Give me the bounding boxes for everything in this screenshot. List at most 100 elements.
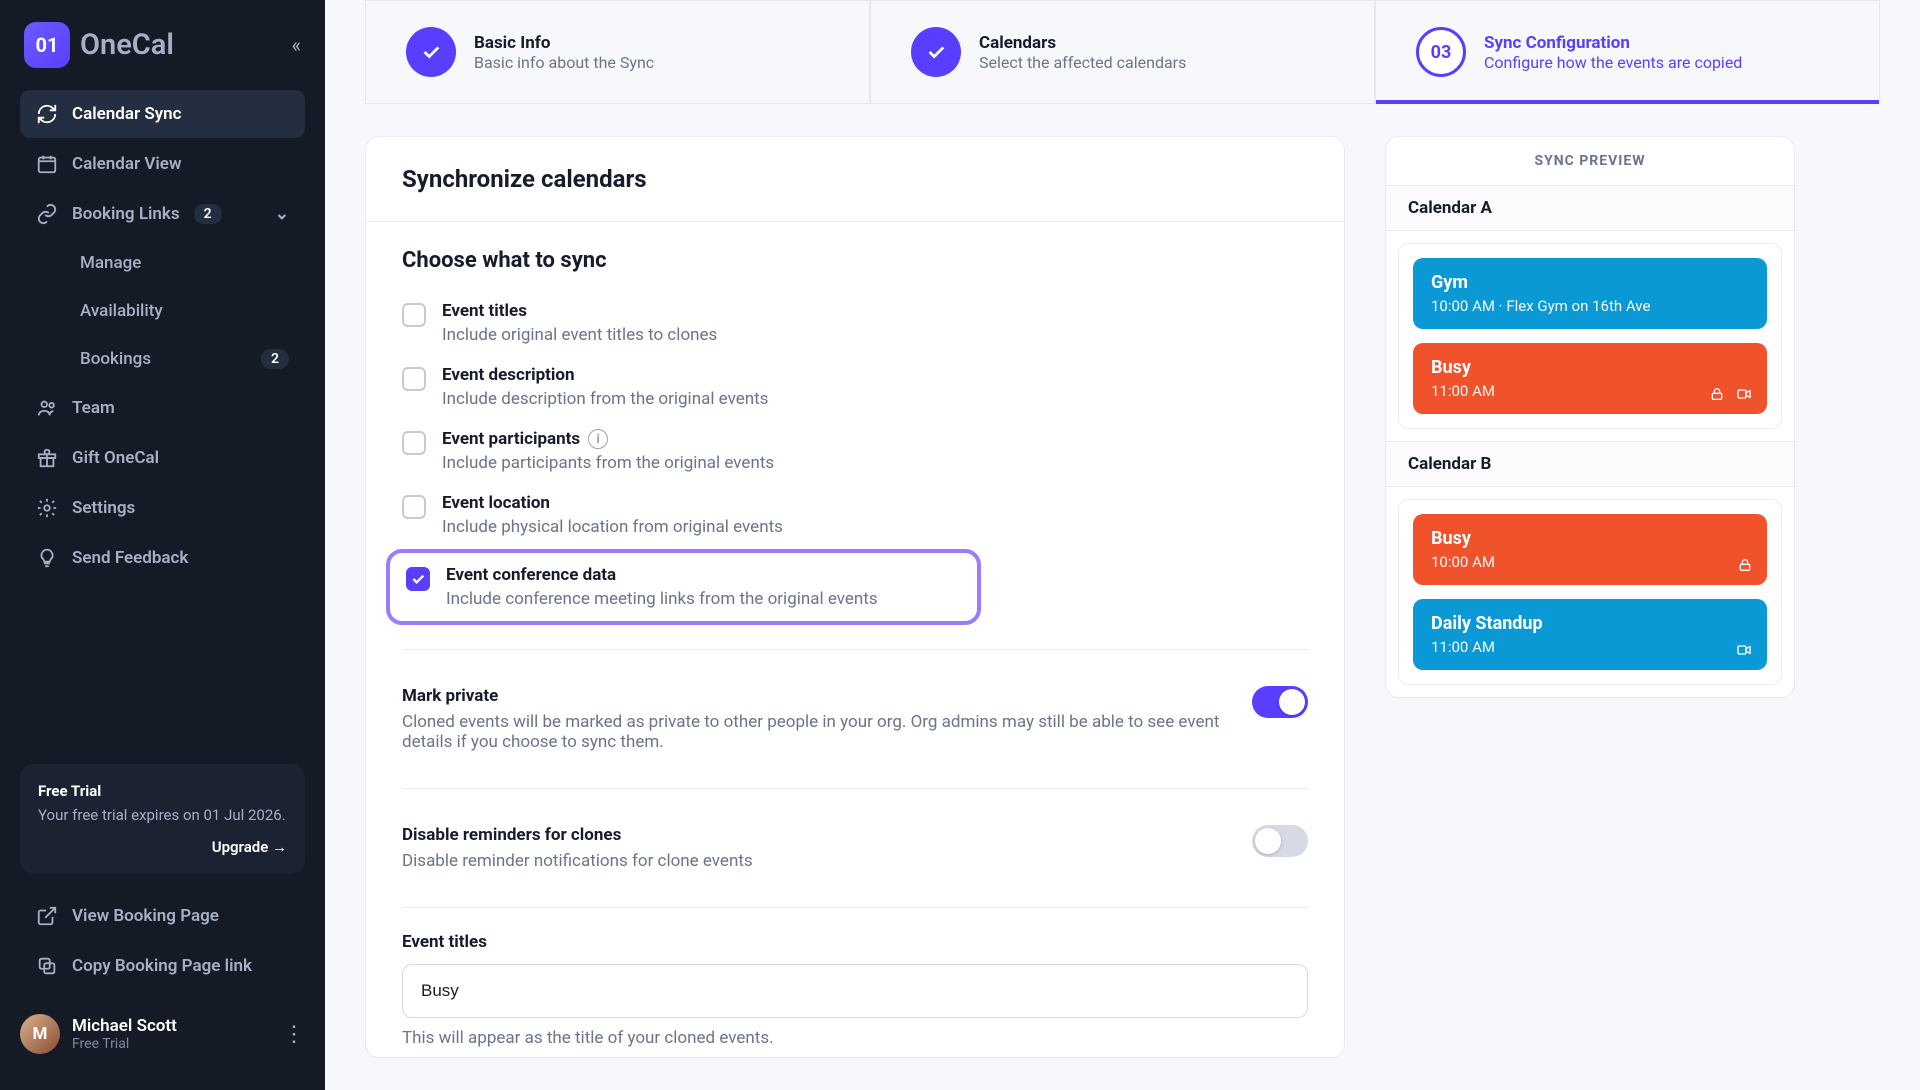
info-icon[interactable]: i (588, 429, 608, 449)
step-number: 03 (1416, 27, 1466, 77)
checkbox-event-conference[interactable] (406, 567, 430, 591)
chevron-down-icon: ⌄ (275, 204, 289, 224)
option-sub: Include original event titles to clones (442, 325, 717, 345)
nav-calendar-sync[interactable]: Calendar Sync (20, 90, 305, 138)
event-title: Daily Standup (1431, 613, 1749, 634)
gear-icon (36, 497, 58, 519)
event-busy: Busy 11:00 AM (1413, 343, 1767, 414)
calendar-b-section: Calendar B Busy 10:00 AM Daily Standup 1… (1386, 441, 1794, 685)
user-plan: Free Trial (72, 1036, 177, 1052)
divider (402, 907, 1308, 908)
nav-label: Send Feedback (72, 548, 188, 568)
user-name: Michael Scott (72, 1016, 177, 1036)
video-icon (1735, 642, 1753, 658)
event-title: Busy (1431, 528, 1749, 549)
event-title: Gym (1431, 272, 1749, 293)
badge: 2 (194, 204, 222, 224)
trial-text: Your free trial expires on 01 Jul 2026. (38, 806, 287, 824)
sidebar: 01 OneCal « Calendar Sync Calendar View … (0, 0, 325, 1090)
dots-vertical-icon: ⋮ (283, 1022, 305, 1047)
toggle-sub: Cloned events will be marked as private … (402, 712, 1224, 752)
nav-feedback[interactable]: Send Feedback (20, 534, 305, 582)
option-sub: Include participants from the original e… (442, 453, 774, 473)
step-sub: Configure how the events are copied (1484, 53, 1742, 72)
logo[interactable]: 01 OneCal (24, 22, 174, 68)
option-event-description: Event description Include description fr… (402, 355, 1308, 419)
user-menu-button[interactable]: ⋮ (283, 1022, 305, 1047)
lightbulb-icon (36, 547, 58, 569)
user-row[interactable]: M Michael Scott Free Trial ⋮ (0, 1000, 325, 1068)
divider (402, 649, 1308, 650)
nav-label: Booking Links (72, 204, 180, 224)
event-standup: Daily Standup 11:00 AM (1413, 599, 1767, 670)
avatar: M (20, 1014, 60, 1054)
sync-preview-card: SYNC PREVIEW Calendar A Gym 10:00 AM · F… (1385, 136, 1795, 698)
event-titles-label: Event titles (402, 932, 1308, 952)
step-calendars[interactable]: Calendars Select the affected calendars (870, 0, 1375, 103)
event-title: Busy (1431, 357, 1749, 378)
option-sub: Include description from the original ev… (442, 389, 768, 409)
event-time: 10:00 AM · Flex Gym on 16th Ave (1431, 297, 1749, 315)
disable-reminders-toggle[interactable] (1252, 825, 1308, 857)
step-title: Sync Configuration (1484, 33, 1742, 53)
step-sub: Select the affected calendars (979, 53, 1186, 72)
toggle-title: Disable reminders for clones (402, 825, 1224, 845)
nav-availability[interactable]: Availability (64, 288, 305, 334)
calendar-name: Calendar A (1386, 185, 1794, 231)
copy-booking-link[interactable]: Copy Booking Page link (20, 942, 305, 990)
checkbox-event-titles[interactable] (402, 303, 426, 327)
user-info: Michael Scott Free Trial (72, 1016, 177, 1052)
event-time: 11:00 AM (1431, 638, 1749, 656)
chevron-left-icon: « (292, 33, 301, 57)
nav-label: Calendar View (72, 154, 182, 174)
step-check-icon (406, 27, 456, 77)
nav-label: Manage (80, 253, 141, 273)
step-sub: Basic info about the Sync (474, 53, 654, 72)
option-event-location: Event location Include physical location… (402, 483, 1308, 547)
nav-label: Bookings (80, 349, 151, 369)
nav-booking-links[interactable]: Booking Links 2 ⌄ (20, 190, 305, 238)
sidebar-bottom: View Booking Page Copy Booking Page link (0, 892, 325, 992)
option-event-titles: Event titles Include original event titl… (402, 291, 1308, 355)
nav-team[interactable]: Team (20, 384, 305, 432)
nav-gift[interactable]: Gift OneCal (20, 434, 305, 482)
card-title: Synchronize calendars (402, 165, 1308, 193)
step-title: Basic Info (474, 33, 654, 53)
nav-label: Calendar Sync (72, 104, 182, 124)
disable-reminders-row: Disable reminders for clones Disable rem… (402, 813, 1308, 883)
option-title: Event location (442, 493, 783, 513)
event-time: 10:00 AM (1431, 553, 1749, 571)
event-titles-input[interactable] (402, 964, 1308, 1018)
option-event-participants: Event participants i Include participant… (402, 419, 1308, 483)
checkbox-event-participants[interactable] (402, 431, 426, 455)
view-booking-page-link[interactable]: View Booking Page (20, 892, 305, 940)
option-title-text: Event participants (442, 429, 580, 449)
nav-manage[interactable]: Manage (64, 240, 305, 286)
nav-calendar-view[interactable]: Calendar View (20, 140, 305, 188)
upgrade-link[interactable]: Upgrade → (38, 838, 287, 856)
calendar-a-section: Calendar A Gym 10:00 AM · Flex Gym on 16… (1386, 185, 1794, 429)
option-event-conference: Event conference data Include conference… (398, 565, 965, 609)
trial-box: Free Trial Your free trial expires on 01… (20, 764, 305, 874)
card-header: Synchronize calendars (366, 137, 1344, 222)
toggle-sub: Disable reminder notifications for clone… (402, 851, 1224, 871)
checkbox-event-location[interactable] (402, 495, 426, 519)
mark-private-toggle[interactable] (1252, 686, 1308, 718)
step-sync-config[interactable]: 03 Sync Configuration Configure how the … (1375, 0, 1880, 103)
team-icon (36, 397, 58, 419)
nav-settings[interactable]: Settings (20, 484, 305, 532)
choose-title: Choose what to sync (402, 248, 1308, 273)
nav-label: Availability (80, 301, 163, 321)
divider (402, 788, 1308, 789)
event-titles-hint: This will appear as the title of your cl… (402, 1028, 1308, 1048)
option-title: Event description (442, 365, 768, 385)
nav: Calendar Sync Calendar View Booking Link… (0, 90, 325, 764)
collapse-sidebar-button[interactable]: « (292, 33, 301, 57)
nav-label: Copy Booking Page link (72, 956, 252, 976)
calendar-events: Busy 10:00 AM Daily Standup 11:00 AM (1398, 499, 1782, 685)
nav-bookings[interactable]: Bookings 2 (64, 336, 305, 382)
step-basic-info[interactable]: Basic Info Basic info about the Sync (365, 0, 870, 103)
checkbox-event-description[interactable] (402, 367, 426, 391)
badge: 2 (261, 349, 289, 369)
calendar-name: Calendar B (1386, 441, 1794, 487)
